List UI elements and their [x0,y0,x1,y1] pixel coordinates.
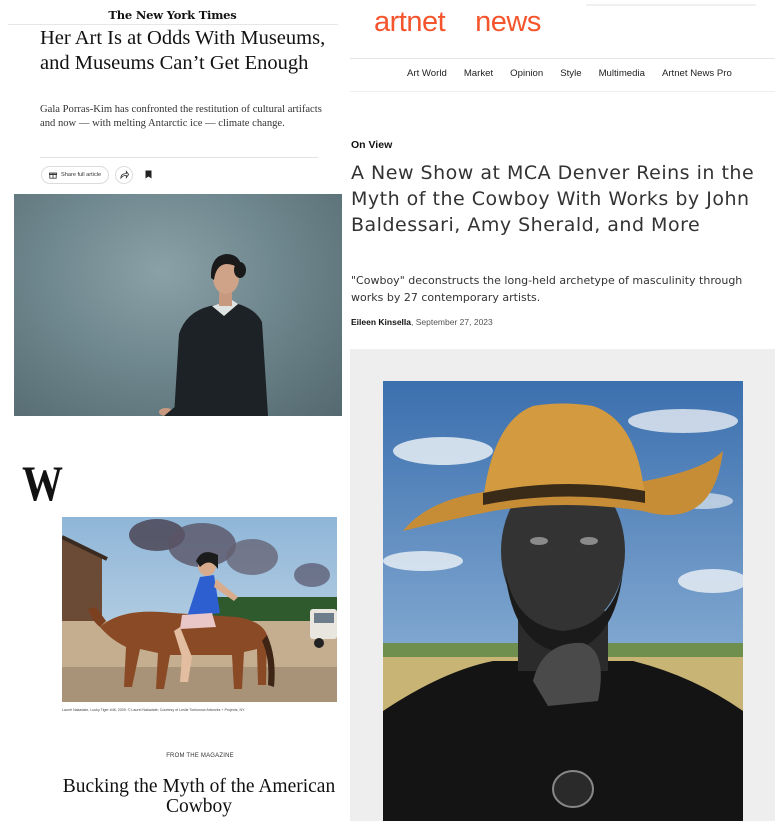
nav-item-art-world[interactable]: Art World [407,68,447,79]
w-section-kicker[interactable]: FROM THE MAGAZINE [0,753,400,759]
nyt-article-panel: The New York Times Her Art Is at Odds Wi… [0,0,345,420]
share-full-article-button[interactable]: Share full article [41,165,110,184]
w-magazine-logo[interactable]: W [22,458,63,508]
portrait-woman-image [159,254,268,416]
news-logo-word: news [475,6,541,38]
nyt-summary: Gala Porras-Kim has confronted the resti… [40,104,322,129]
nyt-header-divider [8,24,338,25]
artnet-nav-divider [350,91,775,92]
share-button[interactable] [115,165,134,184]
nyt-masthead-logo[interactable]: The New York Times [0,8,345,22]
gift-icon [49,172,57,179]
nav-item-artnet-news-pro[interactable]: Artnet News Pro [662,68,732,79]
woman-on-horse-image [62,517,337,702]
nav-item-opinion[interactable]: Opinion [510,68,543,79]
nyt-article-toolbar: Share full article [41,165,158,184]
w-headline: Bucking the Myth of the American Cowboy [62,776,336,817]
w-lead-photo [62,517,337,702]
artnet-section-kicker[interactable]: On View [351,139,392,151]
share-full-article-label: Share full article [61,171,102,178]
artnet-logo-word: artnet [374,6,446,38]
w-magazine-panel: W Laurel Nakadate, Lucky Tiger #46, 2009… [0,440,345,821]
cowboy-painting-image [383,381,743,821]
artnet-header-divider [350,58,775,59]
artnet-nav: Art World Market Opinion Style Multimedi… [407,68,732,79]
share-icon [120,170,129,179]
artnet-dek: "Cowboy" deconstructs the long-held arch… [351,274,743,304]
save-button[interactable] [139,165,158,184]
artnet-top-bar [586,4,756,6]
artnet-lead-image [383,381,743,821]
nyt-summary-divider [40,157,318,158]
artnet-headline: A New Show at MCA Denver Reins in the My… [351,162,755,236]
nav-item-style[interactable]: Style [560,68,581,79]
byline-author[interactable]: Eileen Kinsella [351,317,411,327]
byline-date: , September 27, 2023 [411,317,493,327]
nav-item-market[interactable]: Market [464,68,493,79]
artnet-byline: Eileen Kinsella, September 27, 2023 [351,317,493,327]
nyt-lead-photo [14,194,342,416]
nav-item-multimedia[interactable]: Multimedia [599,68,645,79]
w-photo-caption: Laurel Nakadate, Lucky Tiger #46, 2009. … [62,708,245,712]
artnet-article-panel: artnet news Art World Market Opinion Styl… [346,0,775,821]
bookmark-icon [145,170,152,179]
artnet-news-logo[interactable]: artnet news [374,6,541,39]
nyt-headline: Her Art Is at Odds With Museums, and Mus… [40,27,326,74]
